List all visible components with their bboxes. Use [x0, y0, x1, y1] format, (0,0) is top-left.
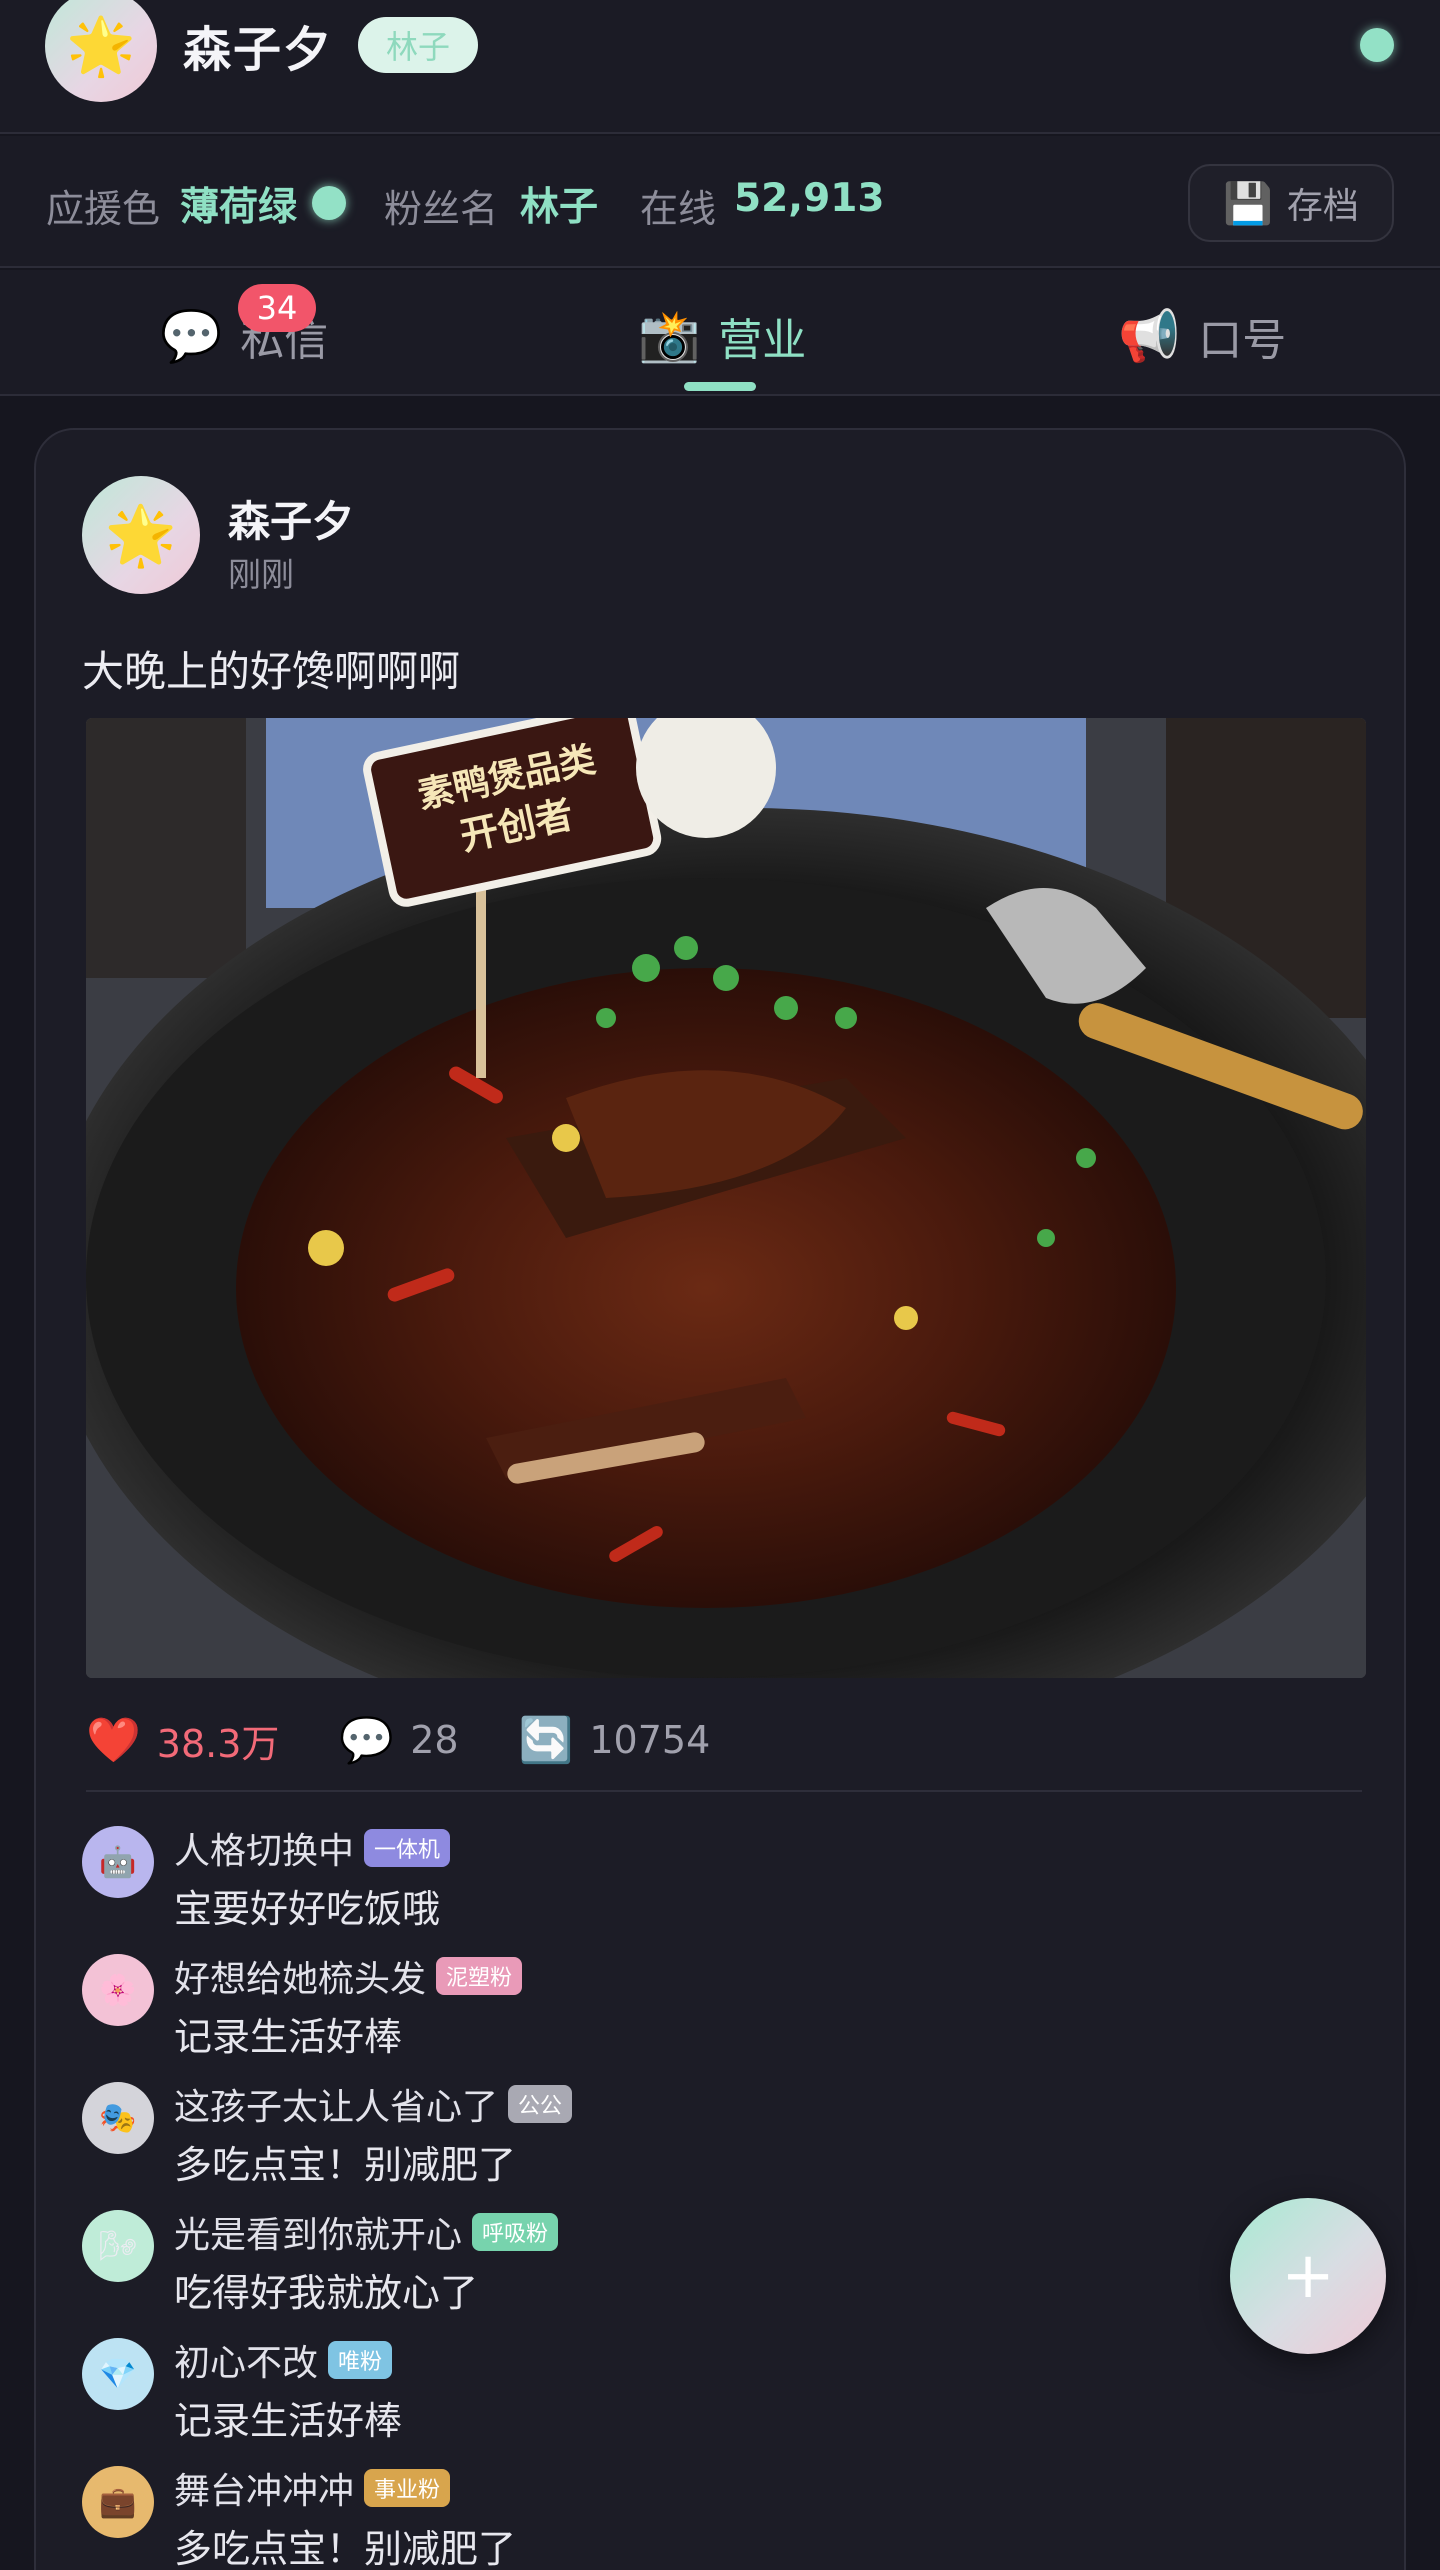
avatar-emoji-icon: 🌸 [99, 1972, 137, 2008]
comment-item[interactable]: 🎭 这孩子太让人省心了 公公 多吃点宝！别减肥了 [82, 2078, 1362, 2206]
avatar-emoji-icon: 🌬 [98, 2228, 138, 2264]
post-author-name[interactable]: 森子夕 [228, 488, 354, 549]
repost-count: 10754 [589, 1718, 711, 1762]
commenter-name[interactable]: 光是看到你就开心 [174, 2206, 462, 2258]
speech-bubble-icon: 💬 [160, 306, 223, 365]
tab-slogans-label: 口号 [1198, 315, 1287, 366]
comment-item[interactable]: 💼 舞台冲冲冲 事业粉 多吃点宝！别减肥了 [82, 2462, 1362, 2570]
comment-text: 记录生活好棒 [174, 2015, 403, 2059]
commenter-avatar[interactable]: 🌸 [82, 1954, 154, 2026]
comment-text: 吃得好我就放心了 [174, 2271, 479, 2315]
unread-badge: 34 [238, 284, 316, 332]
repost-icon: 🔄 [518, 1715, 574, 1766]
tab-bar: 💬 私信 34 📸 营业 📢 口号 [0, 270, 1440, 396]
fan-type-tag: 呼吸粉 [472, 2213, 559, 2251]
avatar-emoji-icon: 💼 [99, 2484, 137, 2520]
plus-icon: + [1281, 2239, 1335, 2313]
avatar-emoji-icon: 🤖 [99, 1844, 137, 1880]
comment-text: 多吃点宝！别减肥了 [174, 2527, 517, 2570]
post-timestamp: 刚刚 [228, 555, 294, 594]
tab-posts[interactable]: 📸 营业 [638, 304, 806, 368]
online-status-dot [1360, 28, 1394, 62]
tab-slogans[interactable]: 📢 口号 [1118, 304, 1286, 368]
star-icon: 🌟 [104, 500, 178, 569]
comment-item[interactable]: 💎 初心不改 唯粉 记录生活好棒 [82, 2334, 1362, 2462]
profile-header: 🌟 森子夕 林子 [0, 0, 1440, 134]
commenter-avatar[interactable]: 🤖 [82, 1826, 154, 1898]
comment-item[interactable]: 🌸 好想给她梳头发 泥塑粉 记录生活好棒 [82, 1950, 1362, 2078]
support-color-label: 应援色 [46, 187, 161, 231]
comment-text: 宝要好好吃饭哦 [174, 1887, 441, 1931]
info-bar: 应援色 薄荷绿 粉丝名 林子 在线 52,913 💾 存档 [0, 136, 1440, 268]
fan-name-label: 粉丝名 [384, 187, 499, 231]
avatar-emoji-icon: 💎 [99, 2356, 137, 2392]
post-text: 大晚上的好馋啊啊啊 [82, 647, 461, 696]
post-author-avatar[interactable]: 🌟 [82, 476, 200, 594]
save-button[interactable]: 💾 存档 [1188, 164, 1394, 242]
commenter-avatar[interactable]: 💼 [82, 2466, 154, 2538]
comment-item[interactable]: 🤖 人格切换中 一体机 宝要好好吃饭哦 [82, 1822, 1362, 1950]
stats-divider [86, 1790, 1362, 1792]
commenter-name-row: 人格切换中 一体机 [174, 1822, 451, 1874]
commenter-name-row: 这孩子太让人省心了 公公 [174, 2078, 573, 2130]
support-color-value: 薄荷绿 [180, 185, 298, 230]
fan-name-value: 林子 [520, 185, 599, 230]
fan-type-tag: 泥塑粉 [436, 1957, 523, 1995]
megaphone-icon: 📢 [1118, 306, 1181, 365]
commenter-avatar[interactable]: 🎭 [82, 2082, 154, 2154]
comment-item[interactable]: 🌬 光是看到你就开心 呼吸粉 吃得好我就放心了 [82, 2206, 1362, 2334]
repost-button[interactable]: 🔄 10754 [519, 1714, 711, 1766]
commenter-avatar[interactable]: 🌬 [82, 2210, 154, 2282]
commenter-name[interactable]: 这孩子太让人省心了 [174, 2078, 498, 2130]
comment-count: 28 [410, 1718, 459, 1762]
fandom-tag: 林子 [358, 17, 479, 73]
comment-text: 记录生活好棒 [174, 2399, 403, 2443]
food-photo-illustration: 素鸭煲品类 开创者 [86, 718, 1366, 1678]
commenter-name-row: 初心不改 唯粉 [174, 2334, 393, 2386]
comment-button[interactable]: 💬 28 [339, 1714, 458, 1766]
post-card: 🌟 森子夕 刚刚 大晚上的好馋啊啊啊 素鸭煲品类 开创者 ❤️ 38.3万 💬 … [34, 428, 1406, 2570]
comment-icon: 💬 [339, 1715, 395, 1766]
post-stats: ❤️ 38.3万 💬 28 🔄 10754 [86, 1710, 770, 1770]
camera-flash-icon: 📸 [638, 306, 701, 365]
commenter-name[interactable]: 初心不改 [174, 2334, 318, 2386]
post-image[interactable]: 素鸭煲品类 开创者 [86, 718, 1366, 1678]
like-count: 38.3万 [156, 1721, 280, 1766]
floppy-disk-icon: 💾 [1223, 180, 1273, 227]
save-button-label: 存档 [1286, 186, 1359, 227]
heart-icon: ❤️ [86, 1715, 141, 1766]
comment-list: 🤖 人格切换中 一体机 宝要好好吃饭哦 🌸 好想给她梳头发 泥塑粉 记录生活好棒… [82, 1822, 1362, 2570]
commenter-name[interactable]: 好想给她梳头发 [174, 1950, 426, 2002]
star-icon: 🌟 [66, 14, 136, 79]
add-post-button[interactable]: + [1230, 2198, 1386, 2354]
fan-type-tag: 事业粉 [364, 2469, 451, 2507]
online-count: 52,913 [734, 176, 885, 221]
profile-name: 森子夕 [183, 22, 334, 78]
commenter-avatar[interactable]: 💎 [82, 2338, 154, 2410]
active-tab-indicator [684, 382, 756, 391]
commenter-name-row: 舞台冲冲冲 事业粉 [174, 2462, 451, 2514]
tab-posts-label: 营业 [718, 315, 807, 366]
comment-text: 多吃点宝！别减肥了 [174, 2143, 517, 2187]
commenter-name-row: 好想给她梳头发 泥塑粉 [174, 1950, 523, 2002]
avatar[interactable]: 🌟 [45, 0, 157, 102]
fan-type-tag: 公公 [508, 2085, 573, 2123]
commenter-name[interactable]: 舞台冲冲冲 [174, 2462, 354, 2514]
online-label: 在线 [640, 187, 717, 231]
commenter-name-row: 光是看到你就开心 呼吸粉 [174, 2206, 559, 2258]
commenter-name[interactable]: 人格切换中 [174, 1822, 354, 1874]
fan-type-tag: 唯粉 [328, 2341, 393, 2379]
like-button[interactable]: ❤️ 38.3万 [86, 1713, 279, 1768]
fan-type-tag: 一体机 [364, 1829, 451, 1867]
support-color-swatch [312, 186, 346, 220]
avatar-emoji-icon: 🎭 [99, 2100, 137, 2136]
